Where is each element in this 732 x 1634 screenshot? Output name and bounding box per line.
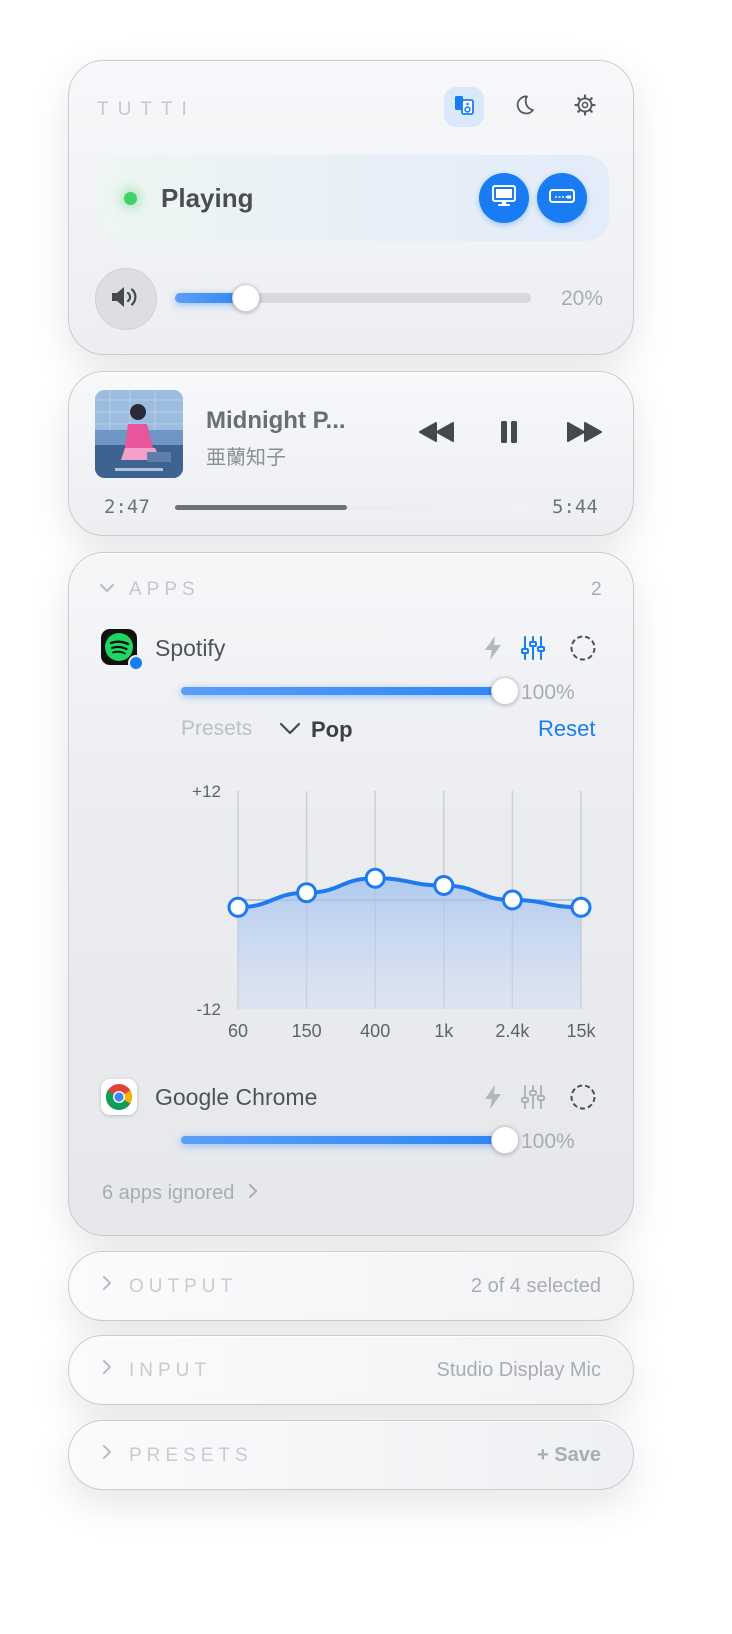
eq-band-handle-1k[interactable] [433,874,455,896]
pause-button[interactable] [491,416,527,452]
output-section[interactable]: OUTPUT 2 of 4 selected [68,1251,634,1321]
chrome-app-icon [101,1079,137,1115]
settings-button[interactable] [565,87,605,127]
chevron-down-icon [279,721,301,740]
chevron-right-icon [248,1183,258,1204]
save-preset-button[interactable]: + Save [537,1444,601,1467]
night-mode-button[interactable] [504,87,544,127]
input-section[interactable]: INPUT Studio Display Mic [68,1335,634,1405]
output-section-label: OUTPUT [129,1276,238,1297]
output-display-button[interactable] [479,173,529,223]
output-summary: 2 of 4 selected [470,1275,601,1297]
chrome-volume-fill [181,1136,505,1144]
bolt-icon [483,1085,503,1114]
ignored-apps-link[interactable]: 6 apps ignored [102,1182,258,1205]
playback-progress-bar[interactable] [175,505,529,510]
app-output-toggle[interactable] [569,634,597,667]
bolt-button[interactable] [483,1084,503,1115]
eq-band-handle-150[interactable] [296,882,318,904]
status-label: Playing [161,183,254,213]
spotify-volume-fill [181,687,505,695]
apps-section-label: APPS [129,579,200,600]
speaker-volume-icon [109,284,143,315]
moon-icon [512,93,536,122]
apps-card: APPS 2 Spotify 100% Presets Pop Reset +1… [68,552,634,1236]
pause-icon [500,420,518,449]
equalizer-toggle-button[interactable] [521,1084,545,1115]
output-hdmi-button[interactable] [537,173,587,223]
eq-preset-dropdown[interactable]: Pop [279,717,353,743]
eq-y-min-label: -12 [196,1000,221,1019]
playback-progress-fill [175,505,347,510]
app-active-badge [128,655,144,671]
display-icon [491,184,517,213]
previous-track-button[interactable] [414,416,460,452]
eq-band-handle-2.4k[interactable] [501,889,523,911]
eq-band-label: 15k [566,1021,596,1041]
album-art[interactable] [95,390,183,478]
brand-title: TUTTI [97,99,196,120]
chevron-down-icon [99,581,115,598]
app-name: Spotify [155,635,226,661]
chevron-right-icon [101,1443,113,1466]
master-volume-knob[interactable] [232,284,261,312]
duration-time: 5:44 [552,496,598,518]
track-title: Midnight P... [206,407,346,434]
master-volume-slider[interactable] [175,284,531,312]
track-artist: 亜蘭知子 [206,447,286,469]
control-card: TUTTI Playing 20% [68,60,634,355]
eq-reset-button[interactable]: Reset [538,716,595,742]
eq-band-handle-60[interactable] [227,896,249,918]
app-output-toggle[interactable] [569,1083,597,1116]
chevron-right-icon [101,1358,113,1381]
chrome-volume-label: 100% [521,1130,575,1153]
equalizer-chart[interactable]: +12 -12 60 150 400 1k 2.4k 15k [169,769,619,1049]
master-volume-label: 20% [561,287,604,310]
eq-band-label: 60 [228,1021,248,1041]
eq-band-label: 2.4k [495,1021,530,1041]
rewind-icon [418,421,456,448]
spotify-volume-knob[interactable] [491,677,519,705]
dashed-circle-icon [569,1084,597,1115]
input-summary: Studio Display Mic [436,1359,601,1381]
apps-count: 2 [591,579,602,600]
chrome-volume-slider[interactable] [181,1126,519,1154]
bolt-button[interactable] [483,635,503,666]
hdmi-icon [548,186,576,211]
dashed-circle-icon [569,635,597,666]
speakers-button[interactable] [444,87,484,127]
eq-band-label: 1k [434,1021,454,1041]
equalizer-icon [521,636,545,665]
ignored-apps-label: 6 apps ignored [102,1182,235,1204]
apps-collapse-toggle[interactable] [99,581,115,599]
eq-band-handle-15k[interactable] [570,896,592,918]
elapsed-time: 2:47 [104,496,150,518]
now-playing-card: Midnight P... 亜蘭知子 2:47 5:44 [68,371,634,536]
presets-section-label: PRESETS [129,1445,253,1466]
gear-icon [573,93,597,122]
status-panel: Playing [97,155,609,241]
presets-section[interactable]: PRESETS + Save [68,1420,634,1490]
chevron-right-icon [101,1274,113,1297]
eq-band-label: 150 [292,1021,322,1041]
equalizer-toggle-button[interactable] [521,635,545,666]
presets-label: Presets [181,717,253,740]
spotify-volume-slider[interactable] [181,677,519,705]
eq-curve-area [238,878,581,1009]
mute-button[interactable] [95,268,157,330]
bolt-icon [483,636,503,665]
equalizer-icon [521,1085,545,1114]
chrome-volume-knob[interactable] [491,1126,519,1154]
eq-band-handle-400[interactable] [364,867,386,889]
next-track-button[interactable] [561,416,607,452]
spotify-volume-label: 100% [521,681,575,704]
status-indicator [124,192,137,205]
app-name: Google Chrome [155,1084,318,1110]
eq-band-label: 400 [360,1021,390,1041]
eq-preset-value: Pop [311,717,353,742]
speakers-icon [453,94,475,121]
forward-icon [565,421,603,448]
eq-y-max-label: +12 [192,782,221,801]
input-section-label: INPUT [129,1360,211,1381]
